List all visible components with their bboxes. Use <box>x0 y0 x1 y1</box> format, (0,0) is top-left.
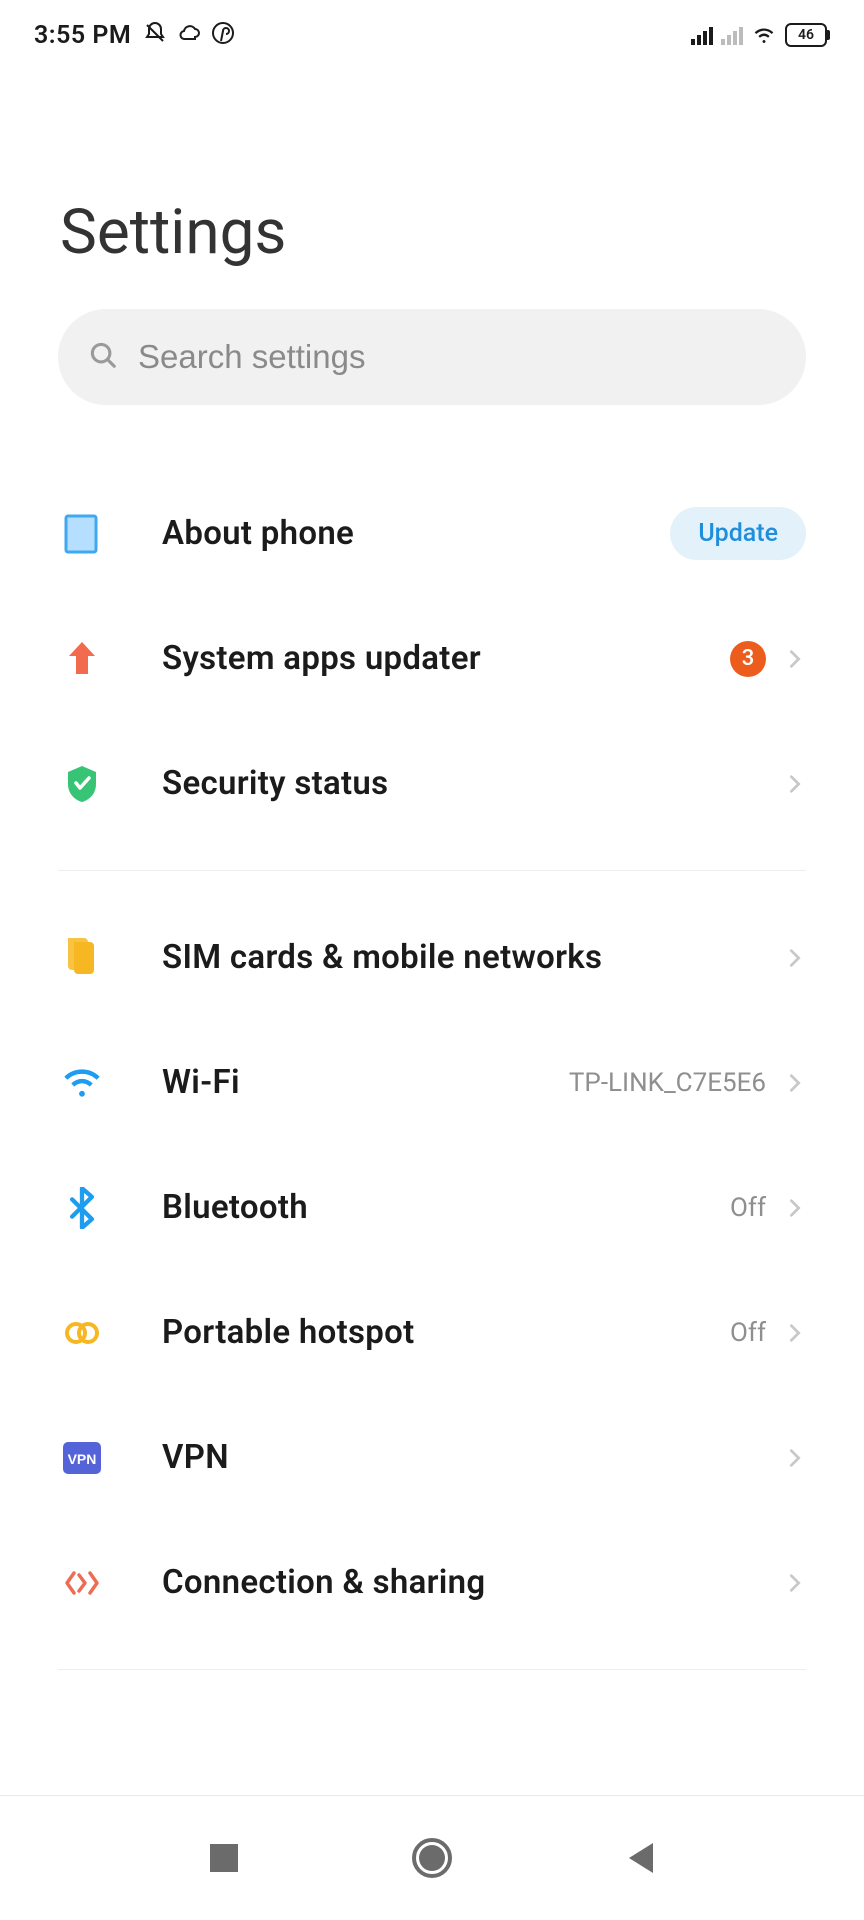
back-button[interactable] <box>580 1818 700 1898</box>
search-input[interactable] <box>138 338 776 376</box>
chevron-right-icon <box>784 947 806 969</box>
row-wifi[interactable]: Wi-Fi TP-LINK_C7E5E6 <box>0 1020 864 1145</box>
home-button[interactable] <box>372 1818 492 1898</box>
settings-list: About phone Update System apps updater 3 <box>0 447 864 1670</box>
row-label: Connection & sharing <box>162 1563 784 1602</box>
pinterest-icon <box>211 21 235 49</box>
row-label: SIM cards & mobile networks <box>162 938 784 977</box>
row-label: About phone <box>162 514 670 553</box>
divider <box>58 1669 806 1670</box>
about-phone-icon <box>58 514 106 554</box>
signal-weak-icon <box>721 25 743 45</box>
chevron-right-icon <box>784 648 806 670</box>
row-connection-sharing[interactable]: Connection & sharing <box>0 1520 864 1645</box>
settings-group: SIM cards & mobile networks Wi-Fi TP-LIN… <box>0 871 864 1669</box>
hotspot-icon <box>58 1317 106 1349</box>
row-value: TP-LINK_C7E5E6 <box>569 1068 766 1098</box>
vpn-icon: VPN <box>58 1442 106 1474</box>
chevron-right-icon <box>784 1072 806 1094</box>
navigation-bar <box>0 1795 864 1920</box>
row-label: Bluetooth <box>162 1188 730 1227</box>
row-value: Off <box>730 1318 766 1348</box>
bluetooth-icon <box>58 1187 106 1229</box>
search-icon <box>88 340 118 374</box>
row-label: Security status <box>162 764 784 803</box>
row-label: Wi-Fi <box>162 1063 569 1102</box>
chevron-right-icon <box>784 1447 806 1469</box>
row-label: System apps updater <box>162 639 730 678</box>
status-time: 3:55 PM <box>34 21 131 50</box>
chevron-right-icon <box>784 1572 806 1594</box>
recent-apps-button[interactable] <box>164 1818 284 1898</box>
connection-sharing-icon <box>58 1565 106 1601</box>
battery-level: 46 <box>798 27 814 43</box>
page-title: Settings <box>0 70 864 309</box>
count-badge: 3 <box>730 641 766 677</box>
row-security-status[interactable]: Security status <box>0 721 864 846</box>
row-label: VPN <box>162 1438 784 1477</box>
row-label: Portable hotspot <box>162 1313 730 1352</box>
row-sim-cards[interactable]: SIM cards & mobile networks <box>0 895 864 1020</box>
content-area: Settings About phone Update <box>0 70 864 1795</box>
row-portable-hotspot[interactable]: Portable hotspot Off <box>0 1270 864 1395</box>
row-bluetooth[interactable]: Bluetooth Off <box>0 1145 864 1270</box>
signal-strong-icon <box>691 25 713 45</box>
shield-check-icon <box>58 764 106 804</box>
status-icons-left <box>143 21 235 49</box>
chevron-right-icon <box>784 1197 806 1219</box>
wifi-icon <box>751 25 777 45</box>
svg-text:VPN: VPN <box>68 1451 97 1467</box>
search-bar[interactable] <box>58 309 806 405</box>
settings-group: About phone Update System apps updater 3 <box>0 447 864 870</box>
wifi-settings-icon <box>58 1066 106 1100</box>
update-badge[interactable]: Update <box>670 507 806 560</box>
row-value: Off <box>730 1193 766 1223</box>
row-vpn[interactable]: VPN VPN <box>0 1395 864 1520</box>
battery-icon: 46 <box>785 23 830 47</box>
row-system-apps-updater[interactable]: System apps updater 3 <box>0 596 864 721</box>
status-bar-left: 3:55 PM <box>34 21 235 50</box>
chevron-right-icon <box>784 773 806 795</box>
notifications-off-icon <box>143 21 167 49</box>
search-container <box>58 309 806 405</box>
sim-icon <box>58 938 106 978</box>
status-bar-right: 46 <box>691 23 830 47</box>
row-about-phone[interactable]: About phone Update <box>0 471 864 596</box>
chevron-right-icon <box>784 1322 806 1344</box>
updater-icon <box>58 640 106 678</box>
status-bar: 3:55 PM <box>0 0 864 70</box>
cloud-icon <box>177 22 201 48</box>
